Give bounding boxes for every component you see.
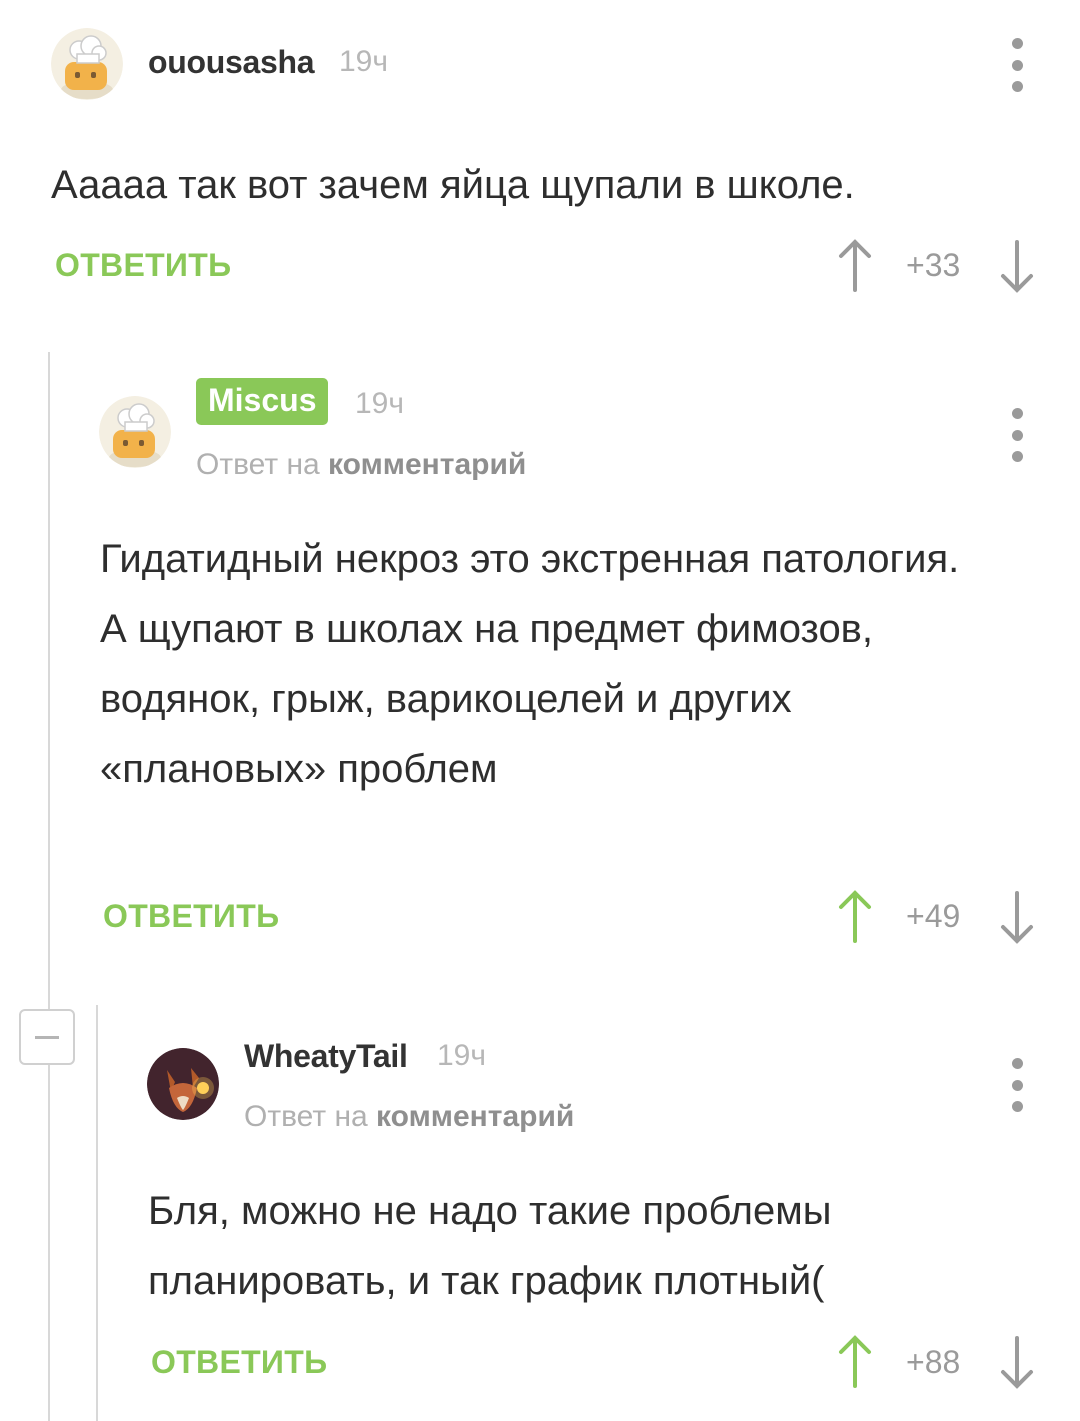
comment-author[interactable]: WheatyTail: [244, 1038, 408, 1075]
reply-to-prefix: Ответ на: [196, 448, 320, 481]
collapse-thread-icon[interactable]: [19, 1009, 75, 1065]
reply-button[interactable]: ОТВЕТИТЬ: [151, 1344, 327, 1381]
reply-to-link[interactable]: комментарий: [376, 1100, 574, 1133]
comment-time: 19ч: [355, 387, 404, 420]
comment-text: Ааааа так вот зачем яйца щупали в школе.: [51, 163, 855, 207]
reply-to-prefix: Ответ на: [244, 1100, 368, 1133]
more-menu-icon[interactable]: [1007, 38, 1027, 92]
reply-button[interactable]: ОТВЕТИТЬ: [103, 898, 279, 935]
chef-hat-avatar[interactable]: [51, 28, 123, 100]
more-menu-icon[interactable]: [1007, 1058, 1027, 1112]
thread-line-level-2[interactable]: [96, 1005, 98, 1421]
comment-author-badge[interactable]: Miscus: [196, 378, 329, 425]
comment-time: 19ч: [437, 1039, 486, 1072]
downvote-arrow-icon[interactable]: [997, 889, 1037, 945]
comment-rating: +33: [906, 247, 961, 283]
comment-text: Гидатидный некроз это экстренная патолог…: [100, 537, 960, 791]
downvote-arrow-icon[interactable]: [997, 238, 1037, 294]
comment-time: 19ч: [339, 45, 388, 78]
comment-rating: +88: [906, 1344, 961, 1380]
reply-button[interactable]: ОТВЕТИТЬ: [55, 247, 231, 284]
upvote-arrow-icon[interactable]: [835, 889, 875, 945]
comment-author[interactable]: ouousasha: [148, 44, 315, 81]
more-menu-icon[interactable]: [1007, 408, 1027, 462]
upvote-arrow-icon[interactable]: [835, 1334, 875, 1390]
comment-text: Бля, можно не надо такие проблемы планир…: [148, 1189, 832, 1303]
downvote-arrow-icon[interactable]: [997, 1334, 1037, 1390]
upvote-arrow-icon[interactable]: [835, 238, 875, 294]
thread-line-level-1[interactable]: [48, 352, 50, 1421]
reply-to-line: Ответ на комментарий: [244, 1100, 574, 1134]
chef-hat-avatar[interactable]: [99, 396, 171, 468]
fox-avatar[interactable]: [147, 1048, 219, 1120]
reply-to-link[interactable]: комментарий: [328, 448, 526, 481]
comment-rating: +49: [906, 898, 961, 934]
reply-to-line: Ответ на комментарий: [196, 448, 526, 482]
